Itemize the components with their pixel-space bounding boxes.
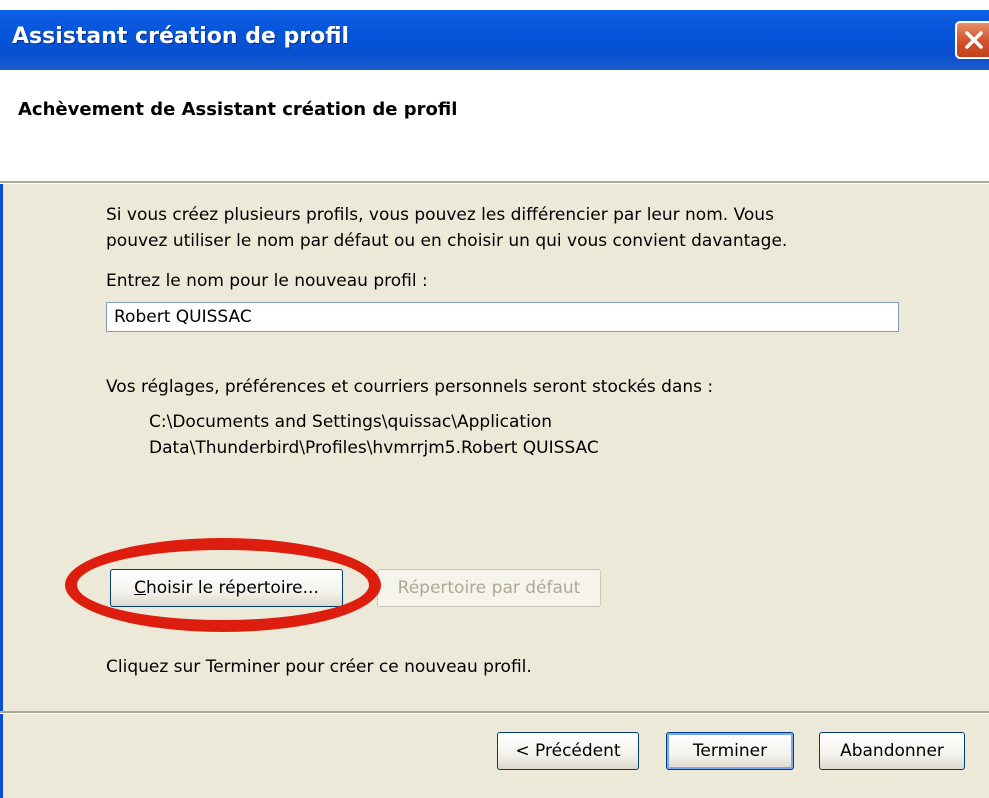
page-title: Achèvement de Assistant création de prof…: [18, 99, 458, 120]
header-divider: [0, 181, 989, 184]
storage-label: Vos réglages, préférences et courriers p…: [106, 377, 714, 397]
storage-path-line-1: C:\Documents and Settings\quissac\Applic…: [149, 412, 552, 432]
window-title: Assistant création de profil: [12, 24, 350, 49]
previous-button-label: < Précédent: [515, 741, 621, 761]
finish-instruction: Cliquez sur Terminer pour créer ce nouve…: [106, 657, 532, 677]
finish-button-label: Terminer: [692, 741, 768, 761]
finish-button[interactable]: Terminer: [666, 732, 794, 770]
close-button[interactable]: [955, 21, 989, 59]
previous-button[interactable]: < Précédent: [497, 732, 639, 770]
choose-folder-button[interactable]: Choisir le répertoire...: [110, 569, 343, 607]
default-folder-button[interactable]: Répertoire par défaut: [377, 569, 601, 607]
profile-name-label: Entrez le nom pour le nouveau profil :: [106, 271, 428, 291]
description-line-1: Si vous créez plusieurs profils, vous po…: [106, 205, 774, 225]
storage-path-line-2: Data\Thunderbird\Profiles\hvmrrjm5.Rober…: [149, 438, 599, 458]
choose-folder-accesskey: C: [134, 578, 146, 598]
wizard-header: Achèvement de Assistant création de prof…: [0, 70, 989, 181]
profile-name-input[interactable]: [106, 302, 899, 332]
choose-folder-label: hoisir le répertoire...: [146, 578, 319, 598]
description-line-2: pouvez utiliser le nom par défaut ou en …: [106, 231, 788, 251]
close-icon: [965, 31, 983, 49]
cancel-button-label: Abandonner: [840, 741, 944, 761]
footer-divider: [0, 711, 989, 714]
profile-wizard-window: Assistant création de profil Achèvement …: [0, 10, 989, 798]
cancel-button[interactable]: Abandonner: [819, 732, 965, 770]
title-bar[interactable]: Assistant création de profil: [0, 10, 989, 70]
default-folder-label: Répertoire par défaut: [397, 578, 581, 598]
